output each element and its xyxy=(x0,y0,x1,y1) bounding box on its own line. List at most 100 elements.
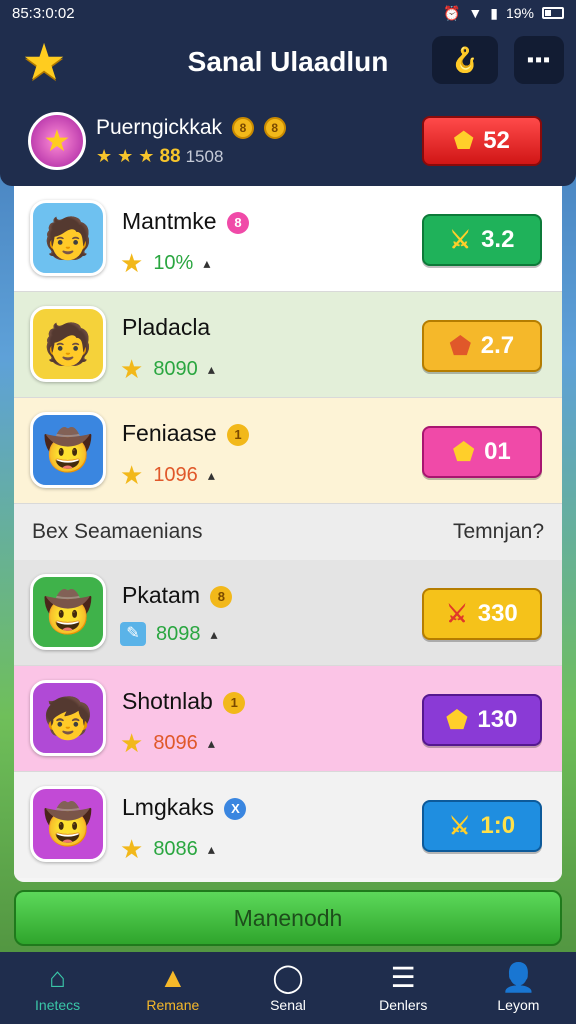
status-battery: 19% xyxy=(505,5,534,21)
pickaxe-icon: ⚔ xyxy=(448,812,471,840)
star-icon: ★ xyxy=(120,354,144,384)
menu-button[interactable]: ▪▪▪ xyxy=(514,36,564,84)
up-arrow-icon: ▴ xyxy=(203,255,211,271)
coin-icon: 8 xyxy=(263,117,286,140)
row-action-button[interactable]: ⚔ 3.2 xyxy=(422,214,542,266)
list-icon: ☰ xyxy=(390,962,416,993)
main-action-button[interactable]: Manenodh xyxy=(14,890,562,946)
status-icons: ⏰ ▼ ▮ 19% xyxy=(443,5,564,22)
wifi-icon: ▼ xyxy=(468,5,483,21)
avatar: 🧑 xyxy=(30,200,106,276)
gem-icon: ⬟ xyxy=(446,706,468,734)
badge-icon: 8 xyxy=(226,211,249,234)
player-card: ★ Puerngickkak 8 8 ★ ★ ★ 88 1508 ⬟ 52 xyxy=(0,98,576,186)
star-icon[interactable]: ★ xyxy=(16,34,72,90)
badge-value: 52 xyxy=(483,127,510,154)
gem-icon: ⬟ xyxy=(453,438,475,466)
avatar: 🧒 xyxy=(30,680,106,756)
player-total: 1508 xyxy=(185,147,224,166)
nav-item-denlers[interactable]: ☰ Denlers xyxy=(346,952,461,1024)
player-rating: ★ ★ ★ 88 1508 xyxy=(96,146,223,168)
tent-icon: ▲ xyxy=(158,962,187,993)
wand-icon: ★ xyxy=(43,124,71,158)
list-item[interactable]: 🧑 Pladacla ★ 8090 ▴ ⬟ 2.7 xyxy=(14,292,562,398)
bottom-nav: ⌂ Inetecs ▲ Remane ◯ Senal ☰ Denlers 👤 L… xyxy=(0,952,576,1024)
row-name: Shotnlab 1 xyxy=(122,688,246,715)
star-icon: ★ xyxy=(120,834,144,864)
hook-button[interactable]: 🪝 xyxy=(432,36,498,84)
up-arrow-icon: ▴ xyxy=(207,467,215,483)
close-icon: X xyxy=(224,797,247,820)
signal-icon: ▮ xyxy=(490,4,498,21)
section-link[interactable]: Temnjan? xyxy=(453,520,544,544)
row-name: Mantmke 8 xyxy=(122,208,249,235)
row-stat: 8090 xyxy=(153,358,198,380)
status-time: 85:3:0:02 xyxy=(12,4,75,22)
player-badge-button[interactable]: ⬟ 52 xyxy=(422,116,542,166)
player-name: Puerngickkak 8 8 xyxy=(96,116,286,140)
coin-icon: 1 xyxy=(227,423,250,446)
row-action-button[interactable]: ⬟ 01 xyxy=(422,426,542,478)
star-icon: ★ ★ ★ xyxy=(96,146,155,166)
star-icon: ★ xyxy=(120,728,144,758)
row-action-button[interactable]: ⚔ 330 xyxy=(422,588,542,640)
avatar: 🧑 xyxy=(30,306,106,382)
home-icon: ⌂ xyxy=(49,962,67,993)
list-item[interactable]: 🧒 Shotnlab 1 ★ 8096 ▴ ⬟ 130 xyxy=(14,666,562,772)
nav-item-leyom[interactable]: 👤 Leyom xyxy=(461,952,576,1024)
menu-icon: ▪▪▪ xyxy=(526,48,552,71)
player-score: 88 xyxy=(159,146,181,167)
avatar[interactable]: ★ xyxy=(28,112,86,170)
user-icon: 👤 xyxy=(500,962,536,993)
app-header: ★ Sanal Ulaadlun 🪝 ▪▪▪ xyxy=(0,26,576,98)
coin-icon: 8 xyxy=(210,585,233,608)
row-action-button[interactable]: ⬟ 130 xyxy=(422,694,542,746)
row-stats: ★ 8090 ▴ xyxy=(120,354,215,385)
avatar: 🤠 xyxy=(30,574,106,650)
circle-icon: ◯ xyxy=(272,962,304,993)
row-stats: ★ 1096 ▴ xyxy=(120,460,215,491)
row-stat: 8096 xyxy=(153,732,198,754)
row-stat: 8098 xyxy=(156,622,201,645)
row-name: Pkatam 8 xyxy=(122,582,233,609)
row-stats: ★ 8086 ▴ xyxy=(120,834,215,865)
up-arrow-icon: ▴ xyxy=(207,735,215,751)
gem-icon: ⬟ xyxy=(449,332,471,360)
section-title: Bex Seamaenians xyxy=(32,520,203,543)
row-stat: 10% xyxy=(153,252,194,274)
star-icon: ★ xyxy=(120,460,144,490)
pickaxe-icon: ⚔ xyxy=(449,226,472,254)
nav-item-remane[interactable]: ▲ Remane xyxy=(115,952,230,1024)
list-item[interactable]: 🧑 Mantmke 8 ★ 10% ▴ ⚔ 3.2 xyxy=(14,186,562,292)
coin-icon: 1 xyxy=(223,691,246,714)
leaderboard-list: 🧑 Mantmke 8 ★ 10% ▴ ⚔ 3.2 🧑 Pladacla ★ 8… xyxy=(14,186,562,882)
status-bar: 85:3:0:02 ⏰ ▼ ▮ 19% xyxy=(0,0,576,26)
section-header: Bex Seamaenians Temnjan? xyxy=(14,504,562,560)
row-name: Feniaase 1 xyxy=(122,420,250,447)
row-stat: 1096 xyxy=(153,464,198,486)
up-arrow-icon: ▴ xyxy=(207,361,215,377)
row-name: Pladacla xyxy=(122,314,211,340)
row-stats: ★ 10% ▴ xyxy=(120,248,210,279)
row-action-button[interactable]: ⚔ 1:0 xyxy=(422,800,542,852)
row-stats: ★ 8096 ▴ xyxy=(120,728,215,759)
row-name: Lmgkaks X xyxy=(122,794,247,821)
coin-icon: 8 xyxy=(231,117,254,140)
row-action-button[interactable]: ⬟ 2.7 xyxy=(422,320,542,372)
page-title: Sanal Ulaadlun xyxy=(187,46,389,77)
up-arrow-icon: ▴ xyxy=(207,841,215,857)
hook-icon: 🪝 xyxy=(450,46,480,74)
battery-icon xyxy=(542,7,564,19)
nav-item-senal[interactable]: ◯ Senal xyxy=(230,952,345,1024)
row-stat: 8086 xyxy=(153,838,198,860)
list-item[interactable]: 🤠 Lmgkaks X ★ 8086 ▴ ⚔ 1:0 xyxy=(14,772,562,878)
swords-icon: ⚔ xyxy=(446,600,468,628)
list-item[interactable]: 🤠 Feniaase 1 ★ 1096 ▴ ⬟ 01 xyxy=(14,398,562,504)
alarm-icon: ⏰ xyxy=(442,4,461,21)
row-stats: ✎ 8098 ▴ xyxy=(120,622,218,646)
avatar: 🤠 xyxy=(30,786,106,862)
gem-icon: ⬟ xyxy=(454,128,474,153)
list-item[interactable]: 🤠 Pkatam 8 ✎ 8098 ▴ ⚔ 330 xyxy=(14,560,562,666)
up-arrow-icon: ▴ xyxy=(210,625,218,642)
nav-item-inetecs[interactable]: ⌂ Inetecs xyxy=(0,952,115,1024)
